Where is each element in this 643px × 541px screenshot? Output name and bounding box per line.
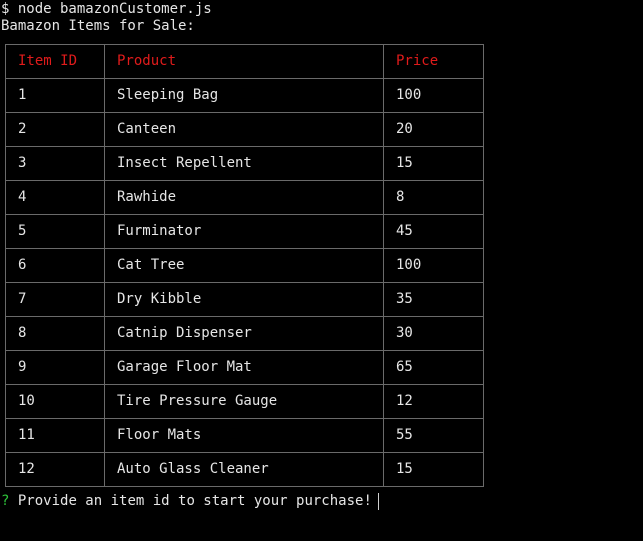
text-cursor[interactable] (377, 493, 379, 510)
product-cell: Floor Mats (104, 418, 384, 453)
price-cell: 15 (383, 452, 484, 487)
prompt-question: Provide an item id to start your purchas… (17, 493, 372, 509)
item-id-cell: 11 (5, 418, 105, 453)
column-header-price: Price (383, 44, 484, 79)
items-heading: Bamazon Items for Sale: (1, 18, 195, 34)
price-cell: 100 (383, 78, 484, 113)
item-id-cell: 5 (5, 214, 105, 249)
column-header-product: Product (104, 44, 384, 79)
price-cell: 55 (383, 418, 484, 453)
item-id-cell: 6 (5, 248, 105, 283)
table-row: 5 Furminator 45 (5, 214, 484, 249)
product-cell: Insect Repellent (104, 146, 384, 181)
table-header-row: Item ID Product Price (5, 44, 484, 79)
table-row: 12 Auto Glass Cleaner 15 (5, 452, 484, 487)
product-cell: Garage Floor Mat (104, 350, 384, 385)
item-id-cell: 4 (5, 180, 105, 215)
product-cell: Rawhide (104, 180, 384, 215)
price-cell: 35 (383, 282, 484, 317)
price-cell: 12 (383, 384, 484, 419)
table-row: 4 Rawhide 8 (5, 180, 484, 215)
column-header-item-id: Item ID (5, 44, 105, 79)
product-cell: Dry Kibble (104, 282, 384, 317)
price-cell: 30 (383, 316, 484, 351)
items-table: Item ID Product Price 1 Sleeping Bag 100… (5, 44, 484, 487)
command-line: $ node bamazonCustomer.js (1, 1, 212, 17)
product-cell: Cat Tree (104, 248, 384, 283)
product-cell: Tire Pressure Gauge (104, 384, 384, 419)
product-cell: Catnip Dispenser (104, 316, 384, 351)
item-id-cell: 3 (5, 146, 105, 181)
table-row: 11 Floor Mats 55 (5, 418, 484, 453)
item-id-cell: 9 (5, 350, 105, 385)
item-id-cell: 7 (5, 282, 105, 317)
purchase-prompt[interactable]: ? Provide an item id to start your purch… (1, 493, 379, 510)
prompt-question-mark: ? (1, 493, 10, 509)
item-id-cell: 10 (5, 384, 105, 419)
price-cell: 100 (383, 248, 484, 283)
item-id-cell: 1 (5, 78, 105, 113)
table-row: 7 Dry Kibble 35 (5, 282, 484, 317)
product-cell: Sleeping Bag (104, 78, 384, 113)
price-cell: 65 (383, 350, 484, 385)
table-row: 10 Tire Pressure Gauge 12 (5, 384, 484, 419)
item-id-cell: 12 (5, 452, 105, 487)
table-row: 3 Insect Repellent 15 (5, 146, 484, 181)
price-cell: 15 (383, 146, 484, 181)
table-row: 1 Sleeping Bag 100 (5, 78, 484, 113)
price-cell: 8 (383, 180, 484, 215)
table-row: 8 Catnip Dispenser 30 (5, 316, 484, 351)
table-row: 6 Cat Tree 100 (5, 248, 484, 283)
product-cell: Canteen (104, 112, 384, 147)
item-id-cell: 8 (5, 316, 105, 351)
price-cell: 45 (383, 214, 484, 249)
price-cell: 20 (383, 112, 484, 147)
table-row: 2 Canteen 20 (5, 112, 484, 147)
product-cell: Auto Glass Cleaner (104, 452, 384, 487)
item-id-cell: 2 (5, 112, 105, 147)
table-row: 9 Garage Floor Mat 65 (5, 350, 484, 385)
product-cell: Furminator (104, 214, 384, 249)
